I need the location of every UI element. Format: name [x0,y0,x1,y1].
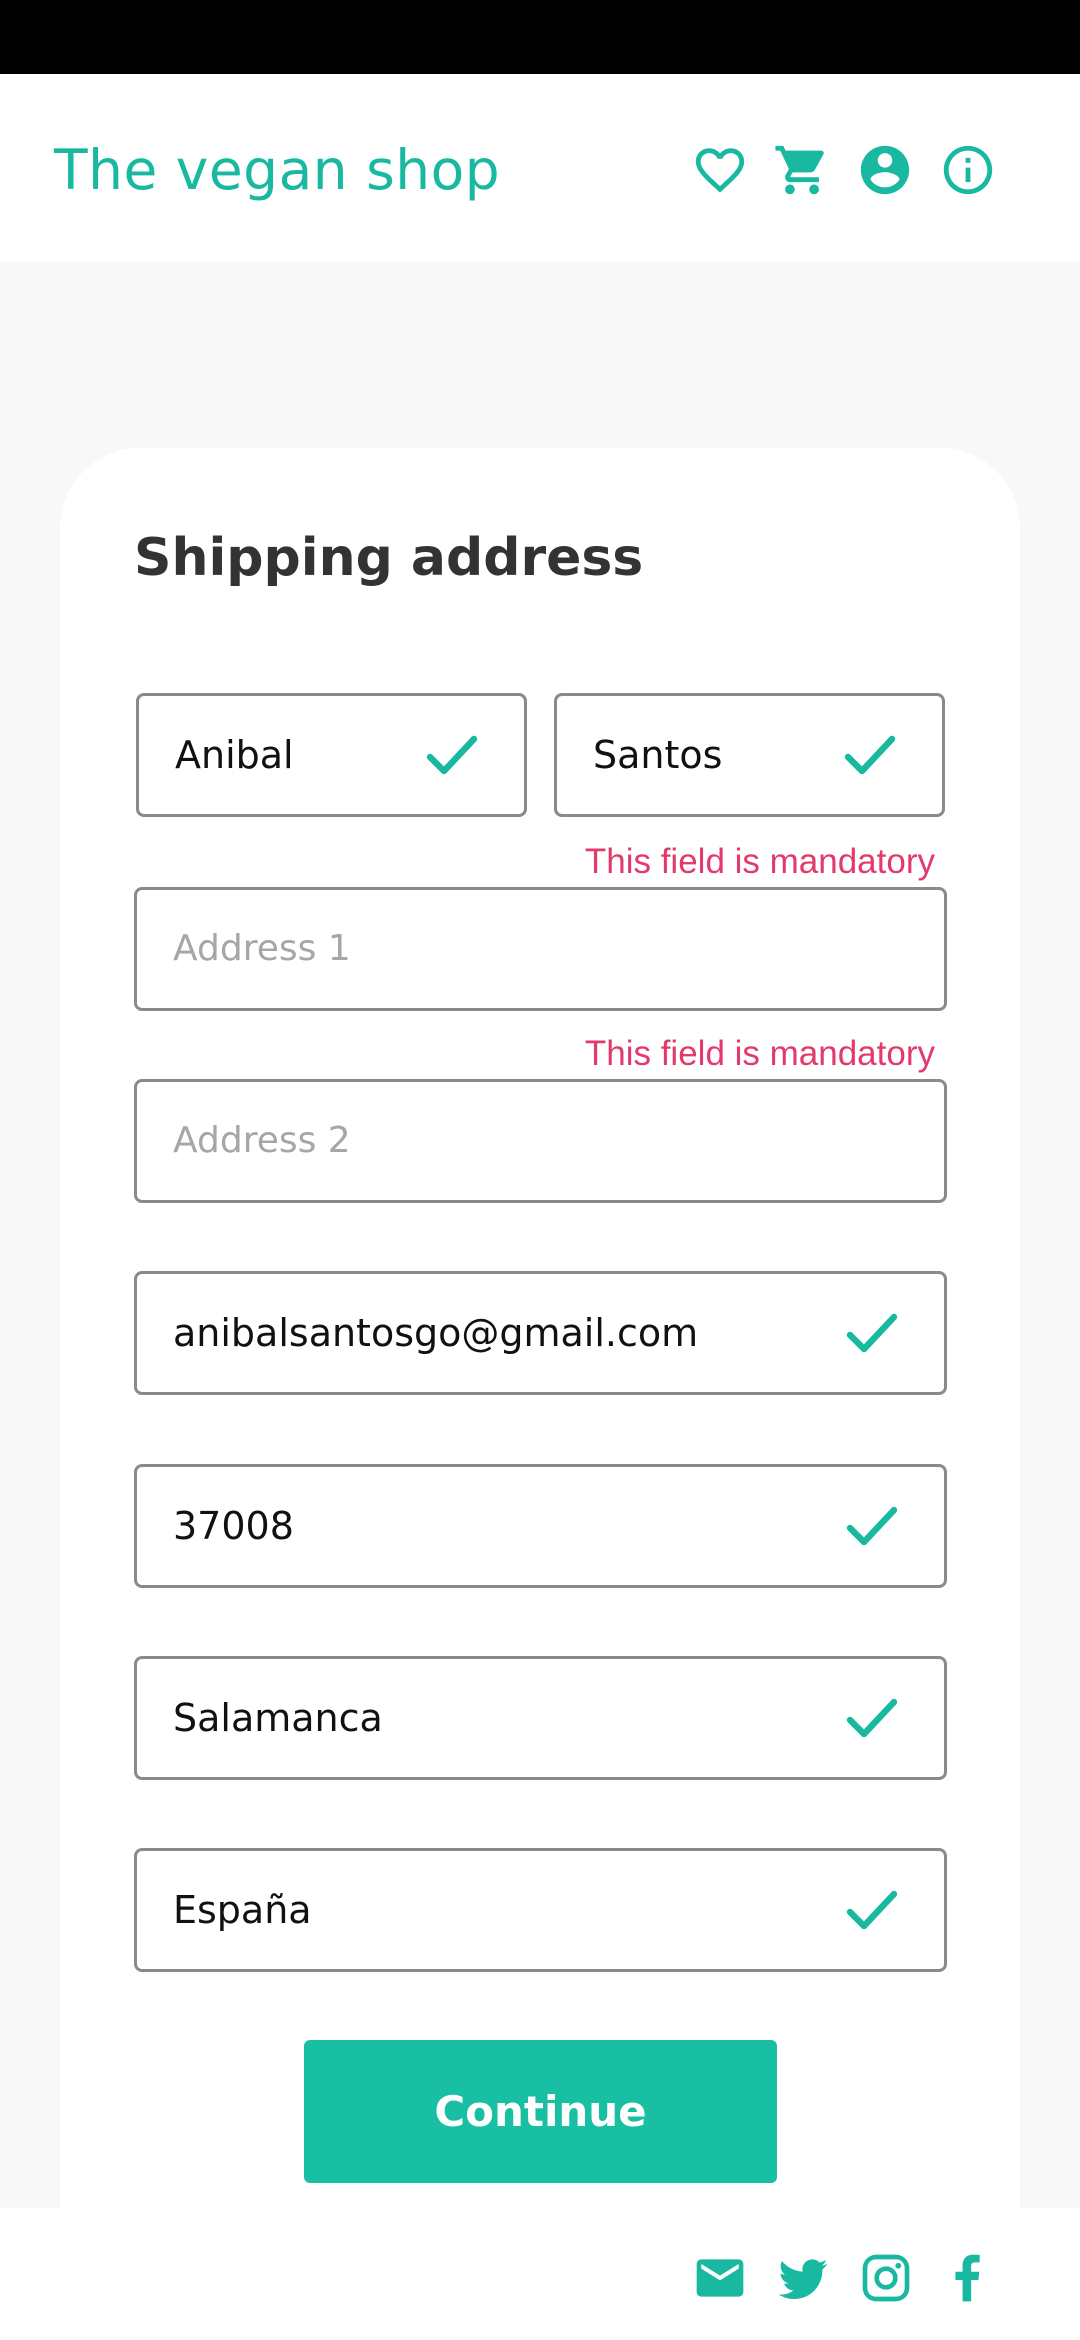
email-field[interactable]: anibalsantosgo@gmail.com [134,1271,947,1395]
address2-field[interactable]: Address 2 [134,1079,947,1203]
info-icon[interactable] [938,140,998,200]
check-icon [424,730,480,780]
first-name-field[interactable]: Anibal [136,693,527,817]
check-icon [842,730,898,780]
check-icon [844,1885,900,1935]
country-field[interactable]: España [134,1848,947,1972]
facebook-icon[interactable] [938,2248,998,2308]
postal-code-value: 37008 [173,1504,294,1548]
instagram-icon[interactable] [856,2248,916,2308]
heart-icon[interactable] [690,140,750,200]
cart-icon[interactable] [772,140,832,200]
city-value: Salamanca [173,1696,383,1740]
account-icon[interactable] [855,140,915,200]
footer [0,2208,1080,2340]
address1-error: This field is mandatory [584,842,935,881]
email-value: anibalsantosgo@gmail.com [173,1311,699,1355]
shop-title[interactable]: The vegan shop [54,138,500,202]
app-header: The vegan shop [0,74,1080,262]
first-name-value: Anibal [175,733,294,777]
postal-code-field[interactable]: 37008 [134,1464,947,1588]
address1-field[interactable]: Address 1 [134,887,947,1011]
address1-placeholder: Address 1 [173,928,351,969]
city-field[interactable]: Salamanca [134,1656,947,1780]
address2-error: This field is mandatory [584,1034,935,1073]
status-bar [0,0,1080,74]
form-title: Shipping address [134,528,644,588]
mail-icon[interactable] [690,2248,750,2308]
twitter-icon[interactable] [773,2248,833,2308]
continue-button[interactable]: Continue [304,2040,777,2183]
check-icon [844,1501,900,1551]
check-icon [844,1308,900,1358]
country-value: España [173,1888,312,1932]
last-name-field[interactable]: Santos [554,693,945,817]
address2-placeholder: Address 2 [173,1120,351,1161]
check-icon [844,1693,900,1743]
last-name-value: Santos [593,733,723,777]
